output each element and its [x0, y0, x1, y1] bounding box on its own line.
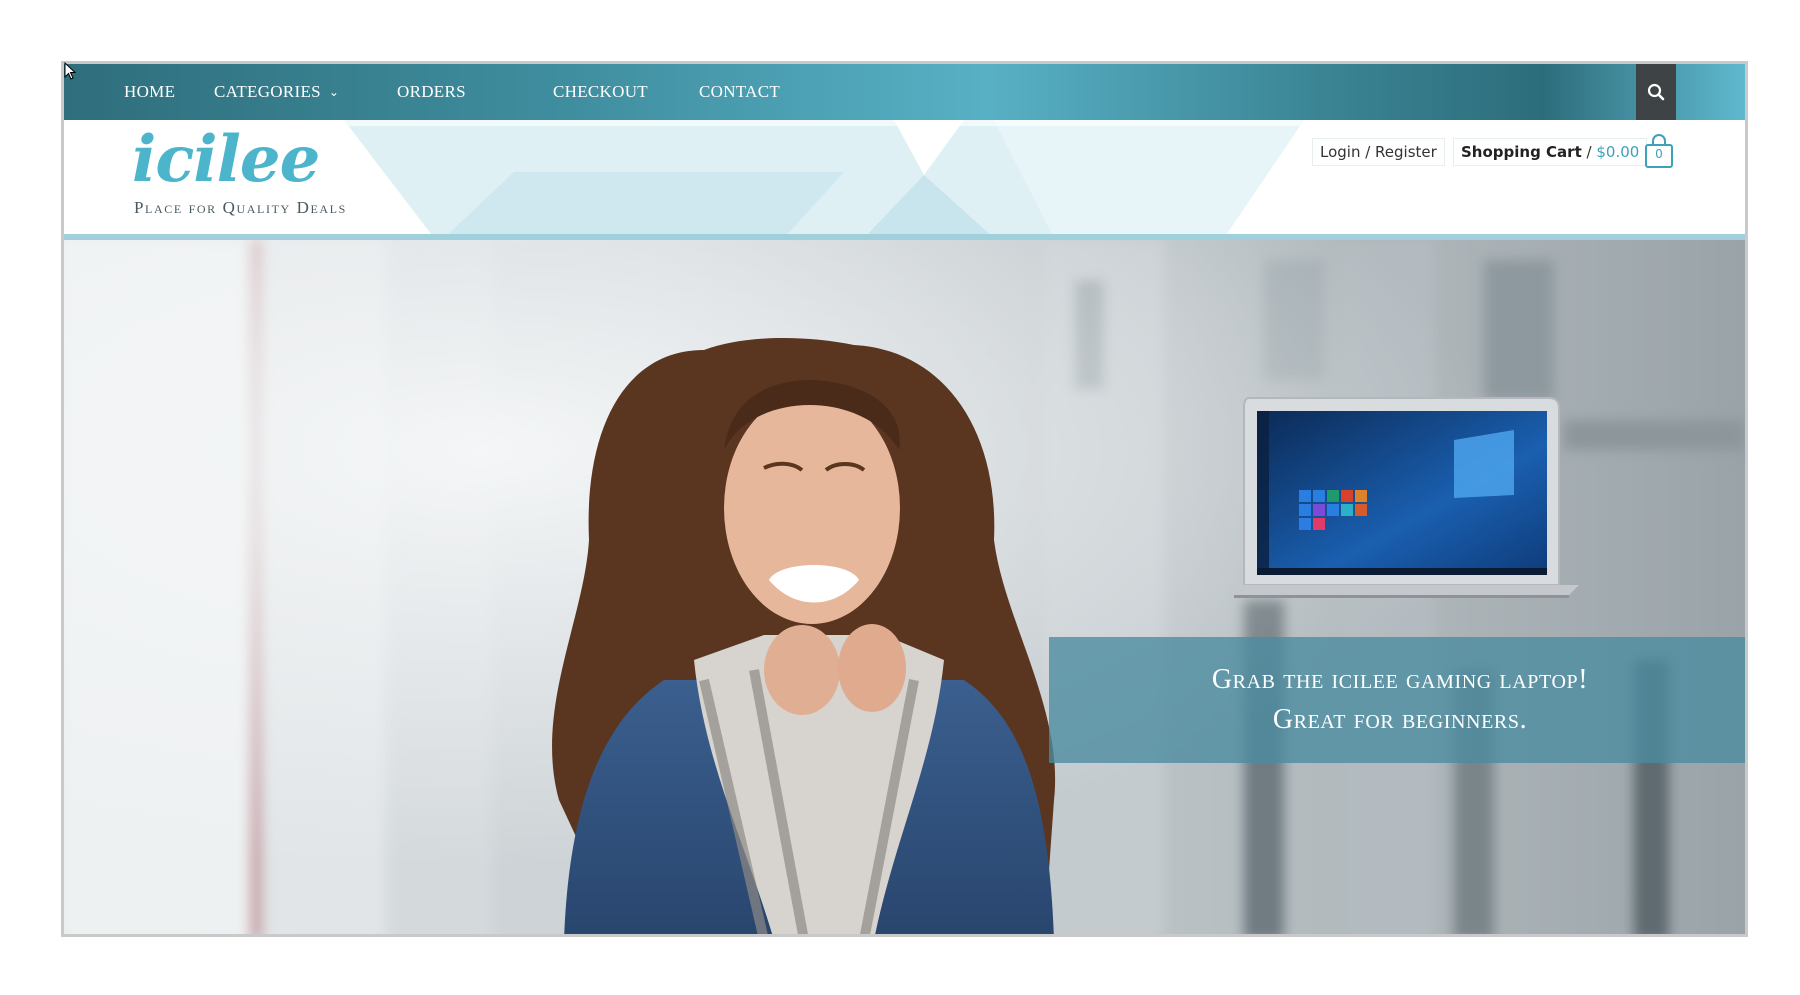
- cart-total: $0.00: [1596, 143, 1640, 161]
- main-navbar: Home Categories ⌄ Orders Checkout Contact: [64, 64, 1745, 120]
- search-icon: [1647, 83, 1665, 101]
- cart-bag-button[interactable]: 0: [1642, 134, 1676, 170]
- search-button[interactable]: [1636, 64, 1676, 120]
- nav-categories[interactable]: Categories ⌄: [214, 82, 339, 102]
- nav-contact[interactable]: Contact: [699, 82, 780, 102]
- hero-caption: Grab the icilee gaming laptop! Great for…: [1049, 637, 1745, 763]
- chevron-down-icon: ⌄: [328, 85, 340, 99]
- cart-separator: /: [1586, 143, 1592, 161]
- nav-checkout[interactable]: Checkout: [553, 82, 648, 102]
- nav-orders[interactable]: Orders: [397, 82, 466, 102]
- hero-caption-line-2: Great for beginners.: [1272, 704, 1528, 735]
- nav-home[interactable]: Home: [124, 82, 175, 102]
- cart-label: Shopping Cart: [1461, 143, 1582, 161]
- hero-caption-line-1: Grab the icilee gaming laptop!: [1211, 664, 1589, 695]
- login-register-link[interactable]: Login / Register: [1312, 138, 1445, 166]
- mouse-cursor-icon: [64, 62, 76, 80]
- site-logo[interactable]: icilee: [132, 128, 320, 192]
- hero-image: [64, 240, 1745, 934]
- browser-frame: Home Categories ⌄ Orders Checkout Contact…: [61, 61, 1748, 937]
- site-tagline: Place for Quality Deals: [134, 198, 347, 217]
- hero-banner: Grab the icilee gaming laptop! Great for…: [64, 240, 1745, 934]
- nav-categories-label: Categories: [214, 82, 321, 101]
- shopping-cart-link[interactable]: Shopping Cart / $0.00: [1453, 138, 1648, 166]
- cart-count-badge: 0: [1655, 147, 1663, 161]
